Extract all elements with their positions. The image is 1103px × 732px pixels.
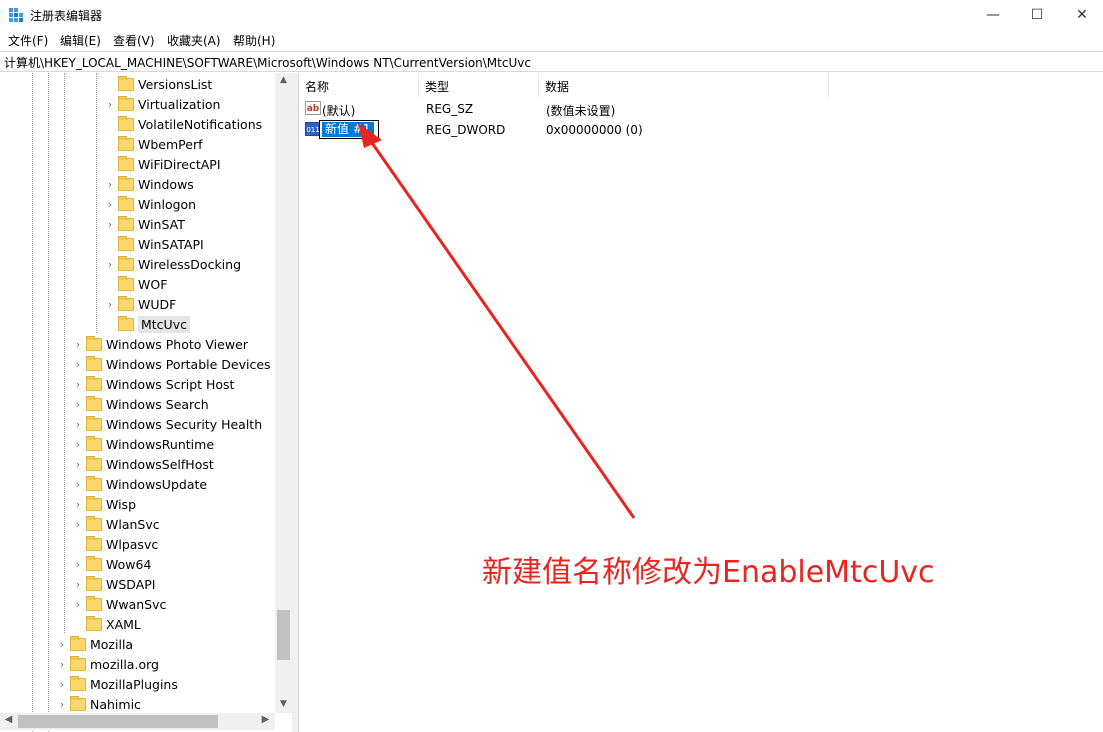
annotation-arrow [358, 123, 636, 519]
annotation-text: 新建值名称修改为EnableMtcUvc [482, 555, 935, 590]
